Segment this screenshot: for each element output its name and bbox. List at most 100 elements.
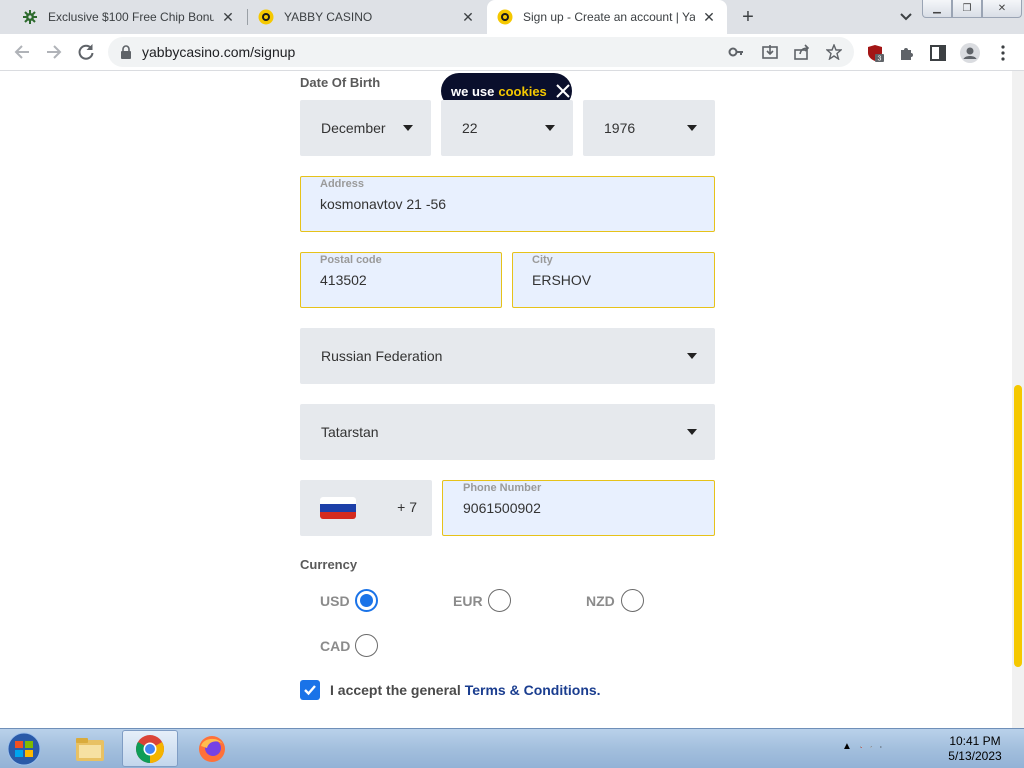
action-center-flag-icon[interactable] xyxy=(860,746,862,748)
radio-button[interactable] xyxy=(355,634,378,657)
city-field[interactable]: City ERSHOV xyxy=(512,252,715,308)
dob-year-value: 1976 xyxy=(604,120,636,136)
currency-option-eur[interactable]: EUR xyxy=(453,589,511,612)
address-bar[interactable]: yabbycasino.com/signup xyxy=(108,37,854,67)
forward-icon[interactable] xyxy=(44,42,64,62)
radio-button[interactable] xyxy=(488,589,511,612)
city-value: ERSHOV xyxy=(532,272,592,288)
currency-code: NZD xyxy=(586,592,615,609)
url-text: yabbycasino.com/signup xyxy=(142,44,296,60)
tab-title: YABBY CASINO xyxy=(284,10,373,24)
tab-exclusive-bonuses[interactable]: Exclusive $100 Free Chip Bonuses ✕ xyxy=(0,0,246,34)
radio-button[interactable] xyxy=(355,589,378,612)
close-tab-icon[interactable]: ✕ xyxy=(701,9,717,25)
close-window-button[interactable]: ✕ xyxy=(982,0,1022,18)
key-icon[interactable] xyxy=(728,44,744,60)
network-icon[interactable] xyxy=(870,746,872,748)
lock-icon[interactable] xyxy=(120,45,132,59)
country-select[interactable]: Russian Federation xyxy=(300,328,715,384)
share-icon[interactable] xyxy=(794,44,810,60)
extension-badge: 3 xyxy=(878,56,882,63)
minimize-button[interactable]: ▁ xyxy=(922,0,952,18)
folder-icon xyxy=(76,737,104,761)
currency-option-nzd[interactable]: NZD xyxy=(586,589,644,612)
chrome-icon xyxy=(136,734,164,763)
extension-shield-icon[interactable]: 3 xyxy=(866,44,884,62)
signup-page: Date Of Birth we use cookies December 22… xyxy=(0,71,1012,728)
currency-option-cad[interactable]: CAD xyxy=(320,634,378,657)
volume-icon[interactable] xyxy=(880,746,882,748)
tab-signup[interactable]: Sign up - Create an account | Yab ✕ xyxy=(487,0,727,34)
back-icon[interactable] xyxy=(12,42,32,62)
currency-code: USD xyxy=(320,592,350,609)
address-label: Address xyxy=(320,178,365,190)
dob-year-select[interactable]: 1976 xyxy=(583,100,715,156)
more-menu-icon[interactable] xyxy=(994,44,1012,62)
bookmark-star-icon[interactable] xyxy=(826,44,842,60)
tab-yabby-casino[interactable]: YABBY CASINO ✕ xyxy=(248,0,486,34)
show-hidden-icons-icon[interactable]: ▲ xyxy=(842,739,852,755)
browser-toolbar: yabbycasino.com/signup 3 xyxy=(0,34,1024,71)
close-icon[interactable] xyxy=(555,83,571,99)
radio-button[interactable] xyxy=(621,589,644,612)
caret-down-icon xyxy=(687,429,697,435)
profile-avatar-icon[interactable] xyxy=(960,43,980,63)
country-value: Russian Federation xyxy=(321,348,443,364)
close-tab-icon[interactable]: ✕ xyxy=(460,9,476,25)
system-tray: ▲ xyxy=(842,739,882,755)
dob-month-select[interactable]: December xyxy=(300,100,431,156)
phone-number-value: 9061500902 xyxy=(463,500,541,516)
currency-label: Currency xyxy=(300,557,358,572)
side-panel-icon[interactable] xyxy=(929,44,947,62)
region-select[interactable]: Tatarstan xyxy=(300,404,715,460)
phone-number-field[interactable]: Phone Number 9061500902 xyxy=(442,480,715,536)
caret-down-icon xyxy=(687,353,697,359)
currency-code: EUR xyxy=(453,592,483,609)
address-field[interactable]: Address kosmonavtov 21 -56 xyxy=(300,176,715,232)
page-scrollbar[interactable] xyxy=(1012,71,1024,728)
yabby-icon xyxy=(258,9,274,25)
terms-text: I accept the general xyxy=(330,682,461,698)
taskbar-chrome[interactable] xyxy=(122,730,178,767)
checkmark-icon xyxy=(304,685,316,696)
dob-day-select[interactable]: 22 xyxy=(441,100,573,156)
windows-start-icon[interactable] xyxy=(4,731,44,767)
close-tab-icon[interactable]: ✕ xyxy=(220,9,236,25)
puzzle-icon[interactable] xyxy=(898,44,916,62)
terms-checkbox[interactable] xyxy=(300,680,320,700)
cookies-link[interactable]: cookies xyxy=(498,84,546,99)
clock-time: 10:41 PM xyxy=(949,734,1001,748)
taskbar-file-explorer[interactable] xyxy=(62,730,118,767)
gear-icon xyxy=(23,10,37,24)
restore-button[interactable]: ❐ xyxy=(952,0,982,18)
currency-option-usd[interactable]: USD xyxy=(320,589,378,612)
chevron-down-icon[interactable] xyxy=(896,7,916,27)
taskbar-clock[interactable]: 10:41 PM 5/13/2023 xyxy=(940,734,1010,764)
region-value: Tatarstan xyxy=(321,424,379,440)
postal-code-field[interactable]: Postal code 413502 xyxy=(300,252,502,308)
taskbar-firefox[interactable] xyxy=(184,730,240,767)
caret-down-icon xyxy=(403,125,413,131)
russia-flag-icon xyxy=(320,497,356,519)
windows-taskbar: ▲ 10:41 PM 5/13/2023 xyxy=(0,728,1024,768)
address-value: kosmonavtov 21 -56 xyxy=(320,196,447,212)
caret-down-icon xyxy=(545,125,555,131)
postal-code-label: Postal code xyxy=(320,254,382,266)
cookie-text: we use xyxy=(451,83,495,99)
scrollbar-thumb[interactable] xyxy=(1014,385,1022,667)
dob-month-value: December xyxy=(321,120,386,136)
phone-prefix-value: + 7 xyxy=(397,499,417,515)
firefox-icon xyxy=(199,735,225,762)
window-controls: ▁ ❐ ✕ xyxy=(922,0,1022,18)
terms-link[interactable]: Terms & Conditions. xyxy=(465,682,601,698)
reload-icon[interactable] xyxy=(76,42,96,62)
postal-code-value: 413502 xyxy=(320,272,367,288)
install-app-icon[interactable] xyxy=(762,44,778,60)
phone-country-select[interactable]: + 7 xyxy=(300,480,432,536)
phone-number-label: Phone Number xyxy=(463,482,542,494)
new-tab-button[interactable]: + xyxy=(738,7,758,27)
caret-down-icon xyxy=(687,125,697,131)
tab-title: Sign up - Create an account | Yab xyxy=(523,10,695,24)
dob-label: Date Of Birth xyxy=(300,75,381,90)
terms-row: I accept the general Terms & Conditions. xyxy=(300,680,601,700)
